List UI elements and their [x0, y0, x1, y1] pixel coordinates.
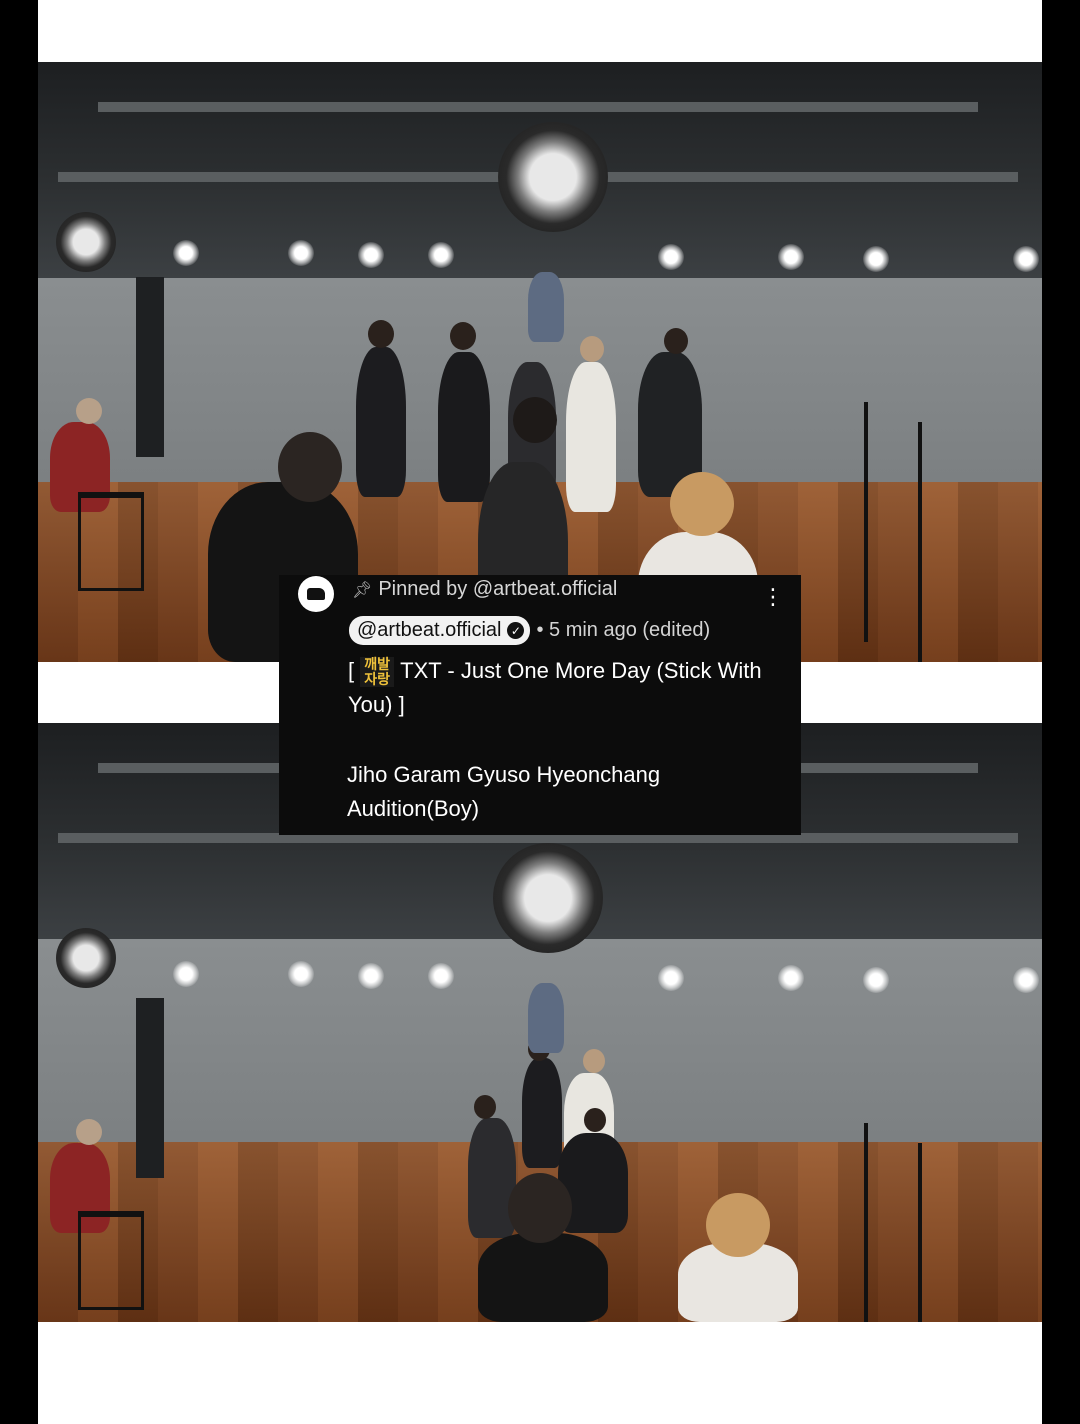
seated-person-head [76, 398, 102, 424]
dancer [356, 347, 406, 497]
dancer-head [474, 1095, 496, 1119]
stage-spotlight [56, 212, 116, 272]
custom-emoji-badge: 깨발 자랑 [360, 657, 395, 687]
dancer-head [583, 1049, 605, 1073]
more-vert-icon[interactable]: ⋮ [762, 586, 784, 608]
dancer [522, 1058, 562, 1168]
top-margin [38, 0, 1042, 62]
ceiling-light [778, 244, 804, 270]
channel-avatar[interactable] [298, 576, 334, 612]
pinned-label: 📌︎ Pinned by @artbeat.official [352, 578, 617, 601]
verified-icon: ✓ [507, 622, 525, 639]
ceiling-light [173, 240, 199, 266]
ceiling-light [358, 963, 384, 989]
dance-photo-top [38, 62, 1042, 662]
comment-title: [깨발 자랑 TXT - Just One More Day (Stick Wit… [348, 654, 768, 722]
dancer [438, 352, 490, 502]
mic-stand [918, 1143, 922, 1322]
comment-meta: • 5 min ago (edited) [536, 619, 711, 641]
person-head [278, 432, 342, 502]
mic-stand [864, 1123, 868, 1322]
member-names: Jiho Garam Gyuso Hyeonchang [347, 762, 661, 787]
dancer-head [368, 320, 394, 348]
stage-spotlight [498, 122, 608, 232]
ceiling-light [658, 244, 684, 270]
title-open-bracket: [ [348, 658, 355, 683]
audition-label: Audition(Boy) [347, 796, 480, 821]
dancer-head [580, 336, 604, 362]
dancer-far [528, 272, 564, 342]
title-text: TXT - Just One More Day (Stick With You)… [348, 658, 762, 717]
mic-stand [864, 402, 868, 642]
ceiling-light [288, 961, 314, 987]
dancer [566, 362, 616, 512]
ceiling-light [1013, 246, 1039, 272]
dancer-head [584, 1108, 606, 1132]
person-head [508, 1173, 572, 1243]
comment-body: Jiho Garam Gyuso Hyeonchang Audition(Boy… [347, 758, 767, 826]
dancer-head [664, 328, 688, 354]
pinned-text: Pinned by @artbeat.official [378, 578, 618, 600]
author-handle-chip[interactable]: @artbeat.official ✓ [349, 616, 531, 645]
dancer-head [513, 397, 557, 443]
ceiling-light [863, 246, 889, 272]
folding-chair [78, 1211, 144, 1310]
studio-door [136, 277, 164, 457]
mic-stand [918, 422, 922, 662]
ceiling-light [778, 965, 804, 991]
stage-spotlight [56, 928, 116, 988]
ceiling-duct [98, 102, 978, 112]
comment-author-row: @artbeat.official ✓ • 5 min ago (edited) [349, 616, 710, 645]
ceiling-light [658, 965, 684, 991]
ceiling-light [173, 961, 199, 987]
studio-door [136, 998, 164, 1178]
folding-chair [78, 492, 144, 591]
ceiling-light [428, 963, 454, 989]
bottom-margin [38, 1322, 1042, 1424]
person-foreground [478, 1233, 608, 1322]
ceiling-light [358, 242, 384, 268]
stage-spotlight [493, 843, 603, 953]
channel-logo-icon [307, 588, 325, 600]
author-handle: @artbeat.official [357, 619, 502, 641]
ceiling-light [1013, 967, 1039, 993]
ceiling-light [288, 240, 314, 266]
seated-person-head [76, 1119, 102, 1145]
ceiling-light [428, 242, 454, 268]
person-head [670, 472, 734, 536]
dancer [468, 1118, 516, 1238]
dancer-head [450, 322, 476, 350]
pin-icon: 📌︎ [352, 582, 373, 599]
dancer-far [528, 983, 564, 1053]
ceiling-light [863, 967, 889, 993]
person-head [706, 1193, 770, 1257]
